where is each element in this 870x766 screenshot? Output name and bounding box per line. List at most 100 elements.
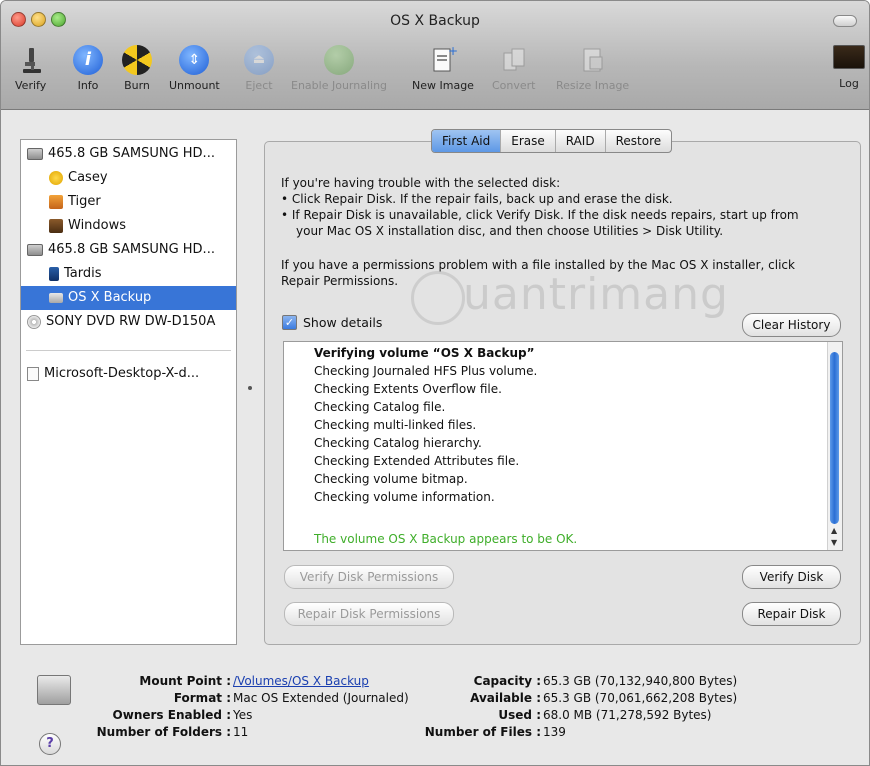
repair-disk-permissions-button[interactable]: Repair Disk Permissions	[284, 602, 454, 626]
disk-label: 465.8 GB SAMSUNG HD...	[48, 242, 215, 257]
log-line: Checking multi-linked files.	[314, 418, 477, 432]
log-output: Verifying volume “OS X Backup” Checking …	[283, 341, 843, 551]
log-scrollbar[interactable]: ▲ ▼	[827, 342, 842, 550]
capacity-label: Capacity :	[473, 674, 541, 688]
volume-item-os-x-backup[interactable]: OS X Backup	[21, 286, 236, 310]
verify-button[interactable]: Verify	[15, 45, 46, 92]
disk-label: 465.8 GB SAMSUNG HD...	[48, 146, 215, 161]
disk-label: Microsoft-Desktop-X-d...	[44, 366, 200, 381]
verify-label: Verify	[15, 79, 47, 92]
toolbar-toggle-button[interactable]	[833, 15, 857, 27]
log-label: Log	[839, 77, 859, 90]
log-button[interactable]: Log	[833, 45, 865, 90]
intro-text: If you're having trouble with the select…	[281, 176, 561, 190]
volume-icon	[49, 292, 63, 303]
format-label: Format :	[173, 691, 231, 705]
mount-point-link[interactable]: /Volumes/OS X Backup	[233, 673, 369, 690]
disk-item-samsung-1[interactable]: 465.8 GB SAMSUNG HD...	[21, 142, 236, 166]
window: OS X Backup Verify i Info Burn ⇕ Unmount…	[0, 0, 870, 766]
new-image-button[interactable]: + New Image	[412, 44, 474, 92]
tab-raid[interactable]: RAID	[556, 130, 606, 152]
resize-image-button[interactable]: Resize Image	[556, 45, 629, 92]
number-of-folders-value: 11	[233, 725, 249, 739]
hard-disk-icon	[27, 243, 43, 256]
volume-item-tiger[interactable]: Tiger	[21, 190, 236, 214]
watermark-text: uantrimang	[463, 269, 729, 320]
log-line: Checking Journaled HFS Plus volume.	[314, 364, 538, 378]
unmount-icon: ⇕	[179, 45, 210, 75]
hard-disk-icon	[27, 147, 43, 160]
volume-icon	[49, 218, 63, 233]
log-result: The volume OS X Backup appears to be OK.	[314, 532, 578, 546]
repair-disk-button[interactable]: Repair Disk	[742, 602, 841, 626]
instruction-bullet-2: • If Repair Disk is unavailable, click V…	[281, 208, 799, 222]
disk-list[interactable]: 465.8 GB SAMSUNG HD... Casey Tiger Windo…	[20, 139, 237, 645]
volume-label: Tardis	[64, 266, 102, 281]
used-value: 68.0 MB (71,278,592 Bytes)	[543, 708, 712, 722]
convert-icon	[499, 45, 529, 75]
title-toolbar: OS X Backup Verify i Info Burn ⇕ Unmount…	[1, 1, 869, 110]
tab-first-aid[interactable]: First Aid	[432, 130, 502, 152]
volume-item-tardis[interactable]: Tardis	[21, 262, 236, 286]
volume-label: Windows	[68, 218, 127, 233]
info-button[interactable]: i Info	[73, 45, 103, 92]
info-icon: i	[73, 45, 103, 75]
optical-drive-icon	[27, 314, 41, 329]
unmount-label: Unmount	[169, 79, 220, 92]
log-line: Checking Extended Attributes file.	[314, 454, 520, 468]
burn-icon	[122, 45, 152, 75]
volume-info-icon	[37, 675, 71, 705]
eject-label: Eject	[245, 79, 273, 92]
capacity-value: 65.3 GB (70,132,940,800 Bytes)	[543, 674, 738, 688]
log-icon	[833, 45, 865, 69]
resize-image-icon	[578, 45, 608, 75]
svg-text:+: +	[448, 45, 458, 58]
window-title: OS X Backup	[390, 13, 480, 29]
info-label: Info	[77, 79, 99, 92]
volume-label: Casey	[68, 170, 108, 185]
watermark-lightbulb-icon	[411, 271, 465, 325]
scroll-up-icon[interactable]: ▲	[831, 526, 837, 535]
tab-erase[interactable]: Erase	[501, 130, 556, 152]
convert-label: Convert	[492, 79, 536, 92]
convert-button[interactable]: Convert	[492, 45, 536, 92]
checkmark-icon: ✓	[282, 315, 297, 330]
microscope-icon	[16, 45, 46, 75]
volume-label: OS X Backup	[68, 290, 152, 305]
volume-icon	[49, 170, 63, 185]
clear-history-button[interactable]: Clear History	[742, 313, 841, 337]
tab-restore[interactable]: Restore	[606, 130, 672, 152]
burn-button[interactable]: Burn	[122, 45, 152, 92]
log-line: Checking Catalog file.	[314, 400, 446, 414]
new-image-label: New Image	[412, 79, 474, 92]
enable-journaling-button[interactable]: Enable Journaling	[291, 45, 387, 92]
volume-item-casey[interactable]: Casey	[21, 166, 236, 190]
disk-item-samsung-2[interactable]: 465.8 GB SAMSUNG HD...	[21, 238, 236, 262]
unmount-button[interactable]: ⇕ Unmount	[169, 45, 220, 92]
resize-image-label: Resize Image	[556, 79, 630, 92]
volume-info-area: ? Mount Point : /Volumes/OS X Backup For…	[1, 661, 869, 765]
number-of-files-label: Number of Files :	[424, 725, 541, 739]
disk-image-item-microsoft[interactable]: Microsoft-Desktop-X-d...	[21, 362, 236, 386]
verify-disk-button[interactable]: Verify Disk	[742, 565, 841, 589]
scrollbar-thumb[interactable]	[830, 352, 839, 524]
split-view-handle[interactable]	[248, 386, 252, 390]
volume-item-windows[interactable]: Windows	[21, 214, 236, 238]
sidebar-divider	[26, 350, 231, 351]
verify-disk-permissions-button[interactable]: Verify Disk Permissions	[284, 565, 454, 589]
owners-enabled-value: Yes	[233, 708, 253, 722]
show-details-label: Show details	[303, 315, 383, 330]
disk-item-sony-dvd[interactable]: SONY DVD RW DW-D150A	[21, 310, 236, 334]
available-label: Available :	[470, 691, 541, 705]
number-of-files-value: 139	[543, 725, 566, 739]
instruction-bullet-2-cont: your Mac OS X installation disc, and the…	[296, 224, 724, 238]
show-details-checkbox[interactable]: ✓ Show details	[282, 315, 382, 330]
available-value: 65.3 GB (70,061,662,208 Bytes)	[543, 691, 738, 705]
eject-button[interactable]: ⏏ Eject	[244, 45, 274, 92]
help-button[interactable]: ?	[39, 733, 61, 755]
log-line: Checking volume bitmap.	[314, 472, 468, 486]
mount-point-label: Mount Point :	[139, 674, 231, 688]
scroll-down-icon[interactable]: ▼	[831, 538, 837, 547]
instruction-bullet-1: • Click Repair Disk. If the repair fails…	[281, 192, 673, 206]
disk-label: SONY DVD RW DW-D150A	[46, 314, 216, 329]
